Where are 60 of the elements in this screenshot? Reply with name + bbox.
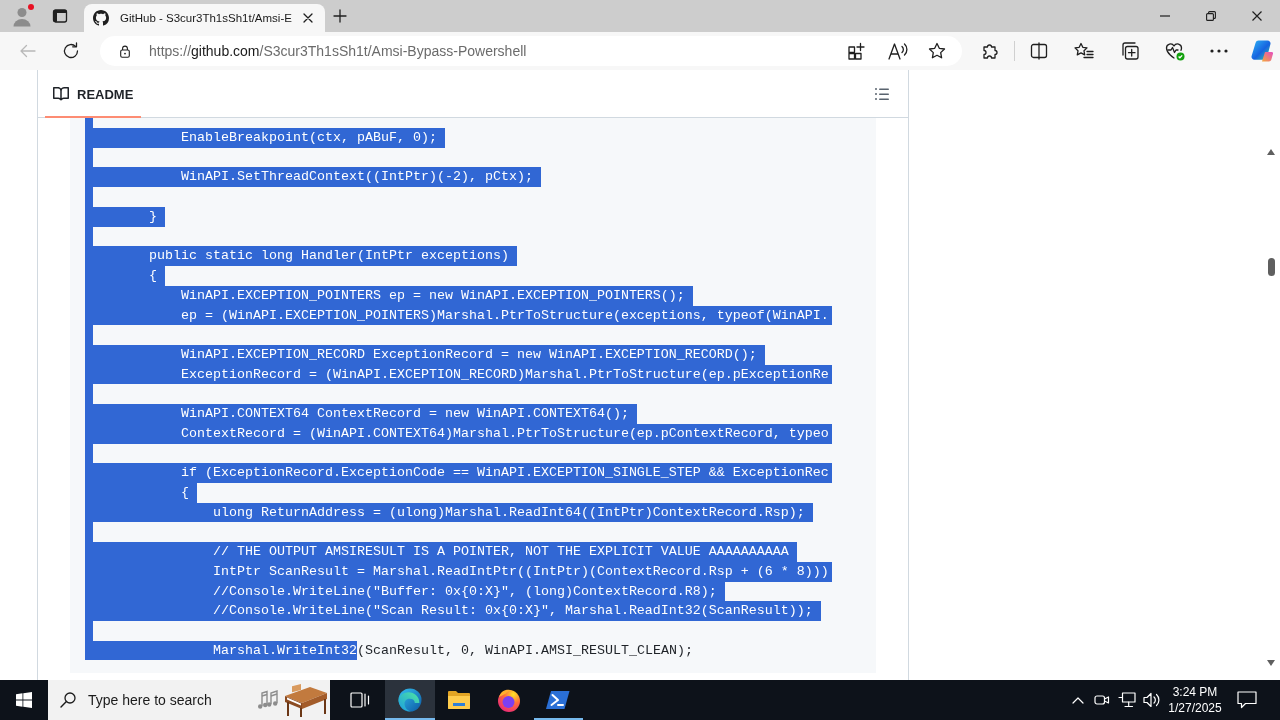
more-icon[interactable] (1210, 49, 1228, 53)
code-line: { (85, 482, 197, 503)
code-line: ulong ReturnAddress = (ulong)Marshal.ReadInt64((IntPtr)ContextRecord.Rsp); (85, 502, 813, 523)
code-line: WinAPI.EXCEPTION_RECORD ExceptionRecord = new WinAPI.EXCEPTION_RECORD(); (85, 344, 765, 365)
book-icon (53, 86, 69, 102)
apps-icon[interactable] (848, 42, 866, 60)
url-text[interactable]: https://github.com/S3cur3Th1sSh1t/Amsi-Bypass-Powershell (149, 43, 527, 59)
code-line: public static long Handler(IntPtr exceptions) (85, 246, 517, 267)
chevron-up-icon[interactable] (1072, 696, 1084, 704)
window-panes-icon[interactable] (16, 692, 32, 708)
scroll-up-arrow-icon[interactable] (1267, 149, 1275, 155)
profile-icon[interactable] (11, 5, 33, 27)
collections-icon[interactable] (1121, 42, 1139, 60)
close-icon[interactable] (1252, 11, 1262, 21)
browser-tab[interactable]: GitHub - S3cur3Th1sSh1t/Amsi-E (84, 4, 325, 32)
lock-icon[interactable] (120, 44, 130, 58)
refresh-icon[interactable] (62, 42, 80, 60)
folder-icon (447, 690, 472, 710)
music-notes-icon (257, 689, 279, 711)
address-bar[interactable]: https://github.com/S3cur3Th1sSh1t/Amsi-Bypass-Powershell (100, 36, 962, 66)
wave-browser-icon (397, 688, 422, 712)
code-line: WinAPI.CONTEXT64 ContextRecord = new WinAPI.CONTEXT64(); (85, 404, 637, 424)
code-line: { (85, 266, 165, 286)
close-tab-icon[interactable] (303, 13, 313, 23)
code-line: //Console.WriteLine("Buffer: 0x{0:X}", (long)ContextRecord.R8); (85, 581, 725, 602)
code-line: } (85, 206, 165, 227)
heart-pulse-icon[interactable] (1165, 41, 1185, 61)
code-line: Marshal.WriteInt32(ScanResult, 0, WinAPI.AMSI_RESULT_CLEAN); (85, 640, 693, 661)
restore-icon[interactable] (1206, 11, 1216, 21)
list-icon[interactable] (874, 86, 890, 102)
read-aloud-icon[interactable] (888, 42, 908, 60)
camera-icon[interactable] (1094, 693, 1110, 707)
taskbar-button[interactable] (385, 680, 435, 720)
terminal-icon (546, 690, 571, 710)
star-icon[interactable] (928, 42, 946, 60)
favicon-icon (93, 10, 109, 26)
wired-network-icon[interactable] (1118, 692, 1136, 708)
search-icon (60, 692, 76, 708)
favorites-icon[interactable] (1074, 42, 1094, 60)
fox-browser-icon (496, 688, 521, 712)
code-line: // THE OUTPUT AMSIRESULT IS A POINTER, NOT THE EXPLICIT VALUE AAAAAAAAAA (85, 542, 797, 562)
split-screen-icon[interactable] (1030, 42, 1048, 60)
clock-time[interactable]: 3:24 PM (1172, 684, 1218, 700)
code-line: WinAPI.EXCEPTION_POINTERS ep = new WinAPI.EXCEPTION_POINTERS(); (85, 285, 693, 306)
search-field[interactable]: Type here to search (48, 680, 330, 720)
code-line: //Console.WriteLine("Scan Result: 0x{0:X}", Marshal.ReadInt32(ScanResult)); (85, 601, 821, 621)
code-line: WinAPI.SetThreadContext((IntPtr)(-2), pCtx); (85, 167, 541, 188)
search-input[interactable]: Type here to search (88, 690, 238, 710)
speaker-icon[interactable] (1143, 692, 1161, 708)
scrollbar-thumb[interactable] (1267, 258, 1275, 276)
message-icon[interactable] (1237, 691, 1257, 709)
clock-date[interactable]: 1/27/2025 (1168, 700, 1222, 716)
piano-icon (282, 683, 328, 717)
tab-panel-icon[interactable] (52, 8, 68, 24)
assistant-logo-icon[interactable] (1251, 40, 1273, 62)
puzzle-icon[interactable] (982, 42, 1000, 60)
scroll-down-arrow-icon[interactable] (1267, 660, 1275, 666)
code-line: EnableBreakpoint(ctx, pABuF, 0); (85, 128, 445, 148)
stacked-windows-icon[interactable] (350, 692, 370, 708)
plus-icon[interactable] (333, 9, 347, 23)
